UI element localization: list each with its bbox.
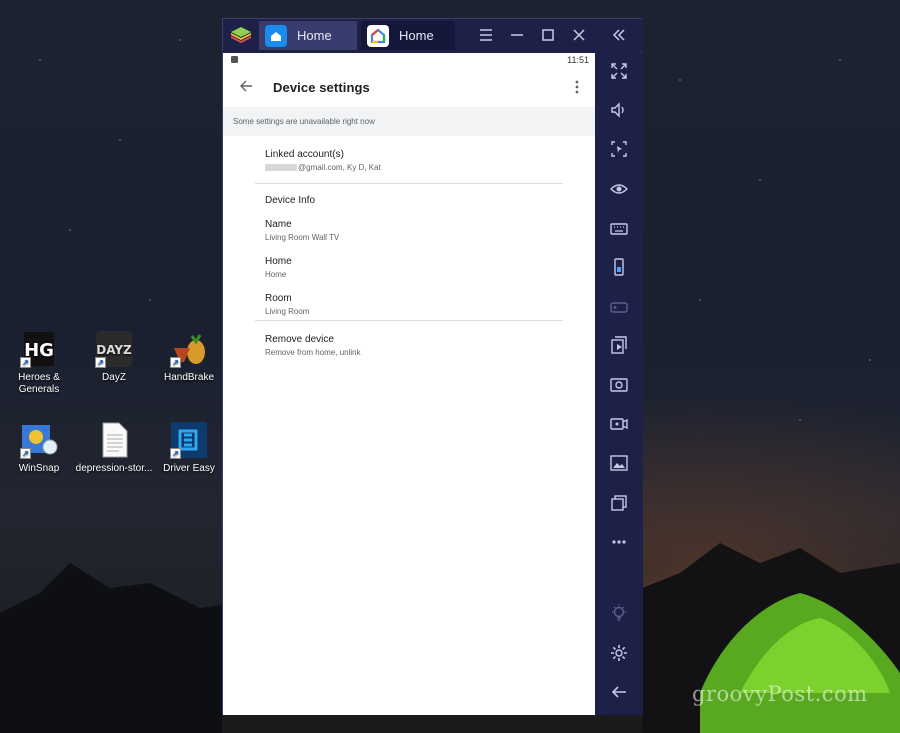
menu-icon[interactable] bbox=[477, 26, 495, 44]
bluestacks-home-icon bbox=[265, 24, 287, 47]
device-info-heading: Device Info bbox=[265, 195, 316, 206]
emulator-sidebar bbox=[595, 53, 643, 715]
multi-instance-icon[interactable] bbox=[609, 493, 629, 513]
handbrake-icon: ↗ bbox=[170, 330, 208, 368]
watermark: groovyPost.com bbox=[692, 682, 868, 706]
desktop-icon-heroes-generals[interactable]: HG ↗ Heroes & Generals bbox=[0, 330, 78, 396]
desktop-icon-winsnap[interactable]: ↗ WinSnap bbox=[0, 421, 78, 475]
tab-label: Home bbox=[399, 28, 434, 43]
desktop-icon-label: depression-stor... bbox=[75, 463, 153, 474]
keyboard-icon[interactable] bbox=[609, 218, 629, 238]
desktop-icon-document[interactable]: depression-stor... bbox=[75, 421, 153, 475]
tab-bluestacks-home[interactable]: Home bbox=[259, 21, 357, 50]
overflow-menu-icon[interactable] bbox=[573, 79, 581, 95]
home-subtitle: Home bbox=[265, 270, 287, 279]
install-apk-icon[interactable] bbox=[609, 335, 629, 355]
fullscreen-icon[interactable] bbox=[609, 61, 629, 81]
room-item[interactable]: Room Living Room bbox=[223, 283, 595, 320]
name-title: Name bbox=[265, 219, 292, 230]
room-title: Room bbox=[265, 293, 292, 304]
unavailable-banner: Some settings are unavailable right now bbox=[223, 107, 595, 136]
document-icon bbox=[95, 421, 133, 459]
home-title: Home bbox=[265, 256, 292, 267]
eye-icon[interactable] bbox=[609, 179, 629, 199]
back-arrow-icon[interactable] bbox=[239, 79, 253, 93]
desktop-icon-label: WinSnap bbox=[18, 463, 60, 474]
google-home-icon bbox=[367, 24, 389, 47]
tab-google-home[interactable]: Home bbox=[361, 21, 455, 50]
bulb-icon[interactable] bbox=[609, 603, 629, 623]
room-subtitle: Living Room bbox=[265, 307, 310, 316]
status-time: 11:51 bbox=[567, 55, 589, 65]
page-title: Device settings bbox=[273, 80, 370, 95]
desktop-icon-handbrake[interactable]: ↗ HandBrake bbox=[150, 330, 228, 384]
record-icon[interactable] bbox=[609, 414, 629, 434]
remove-device-subtitle: Remove from home, unlink bbox=[265, 348, 361, 357]
remove-device-item[interactable]: Remove device Remove from home, unlink bbox=[223, 321, 595, 358]
desktop-icon-label: HandBrake bbox=[163, 372, 215, 383]
desktop-icon-label: DayZ bbox=[102, 372, 126, 383]
media-icon[interactable] bbox=[609, 453, 629, 473]
desktop-icon-label: Heroes & Generals bbox=[18, 372, 60, 395]
android-status-bar: 11:51 bbox=[223, 53, 595, 67]
svg-text:DAYZ: DAYZ bbox=[96, 343, 132, 357]
more-icon[interactable] bbox=[609, 532, 629, 552]
android-screen: 11:51 Device settings Some settings are … bbox=[223, 53, 595, 715]
minimize-icon[interactable] bbox=[508, 26, 526, 44]
back-icon[interactable] bbox=[609, 682, 629, 702]
desktop-icon-driver-easy[interactable]: ↗ Driver Easy bbox=[150, 421, 228, 475]
volume-icon[interactable] bbox=[609, 100, 629, 120]
redacted-email bbox=[265, 164, 297, 172]
phone-icon[interactable] bbox=[609, 257, 629, 277]
remove-device-title: Remove device bbox=[265, 334, 334, 345]
name-subtitle: Living Room Wall TV bbox=[265, 233, 340, 242]
settings-icon[interactable] bbox=[609, 643, 629, 663]
home-item[interactable]: Home Home bbox=[223, 246, 595, 283]
gamepad-icon[interactable] bbox=[609, 296, 629, 316]
desktop-icon-label: Driver Easy bbox=[163, 463, 215, 474]
notification-icon bbox=[231, 56, 238, 63]
camera-icon[interactable] bbox=[609, 374, 629, 394]
linked-accounts-subtitle: @gmail.com, Ky D, Kat bbox=[298, 163, 381, 172]
heroes-generals-icon: HG ↗ bbox=[20, 330, 58, 368]
linked-accounts-title: Linked account(s) bbox=[265, 149, 344, 160]
name-item[interactable]: Name Living Room Wall TV bbox=[223, 209, 595, 246]
app-bar: Device settings bbox=[223, 67, 595, 107]
bluestacks-logo-icon[interactable] bbox=[229, 24, 253, 46]
driver-easy-icon: ↗ bbox=[170, 421, 208, 459]
desktop-icon-dayz[interactable]: DAYZ ↗ DayZ bbox=[75, 330, 153, 384]
collapse-sidebar-icon[interactable] bbox=[610, 26, 628, 44]
screen-select-icon[interactable] bbox=[609, 139, 629, 159]
tab-label: Home bbox=[297, 28, 332, 43]
bluestacks-window: Home Home 11:51 Device settings Some set… bbox=[222, 18, 643, 715]
maximize-icon[interactable] bbox=[539, 26, 557, 44]
dayz-icon: DAYZ ↗ bbox=[95, 330, 133, 368]
title-bar: Home Home bbox=[223, 19, 643, 51]
close-icon[interactable] bbox=[570, 26, 588, 44]
winsnap-icon: ↗ bbox=[20, 421, 58, 459]
linked-accounts-item[interactable]: Linked account(s) @gmail.com, Ky D, Kat bbox=[223, 136, 595, 183]
